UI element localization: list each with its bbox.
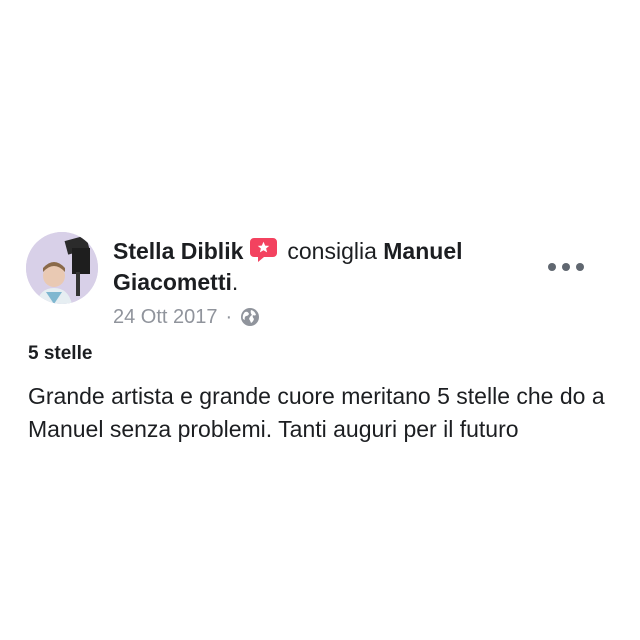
meta-separator: · <box>225 306 233 328</box>
author-avatar[interactable] <box>26 232 98 304</box>
recommendation-post: Stella Diblik consiglia Manuel Giacometti… <box>0 0 640 640</box>
author-name[interactable]: Stella Diblik <box>113 238 243 264</box>
recommend-badge-icon <box>250 238 278 262</box>
post-header: Stella Diblik consiglia Manuel Giacometti… <box>113 236 523 298</box>
more-options-button[interactable] <box>548 258 584 276</box>
rating-label: 5 stelle <box>28 343 93 364</box>
more-dot <box>562 263 570 271</box>
recommend-verb: consiglia <box>287 238 377 264</box>
globe-icon <box>240 307 260 327</box>
more-options-icon <box>548 263 556 271</box>
post-meta: 24 Ott 2017 · <box>113 305 260 329</box>
review-text: Grande artista e grande cuore meritano 5… <box>28 383 605 442</box>
post-date[interactable]: 24 Ott 2017 <box>113 305 218 329</box>
avatar-image <box>26 232 98 304</box>
target-suffix: . <box>231 269 239 295</box>
more-dot <box>576 263 584 271</box>
